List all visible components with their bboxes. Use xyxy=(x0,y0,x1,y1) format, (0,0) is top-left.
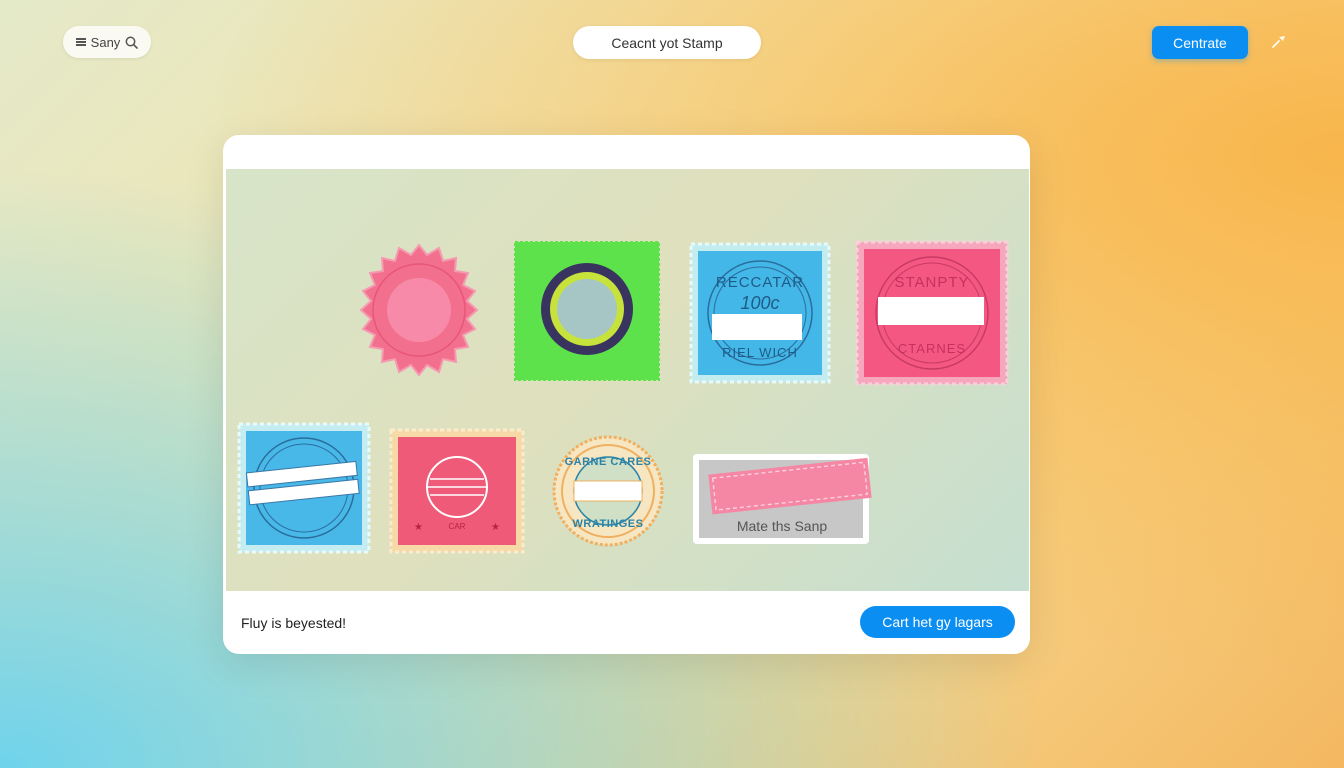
pin-icon[interactable] xyxy=(1268,30,1290,52)
stamp-label-caption: Mate ths Sanp xyxy=(737,518,827,534)
stamp-green-ring[interactable] xyxy=(514,241,660,381)
star-icon: ★ xyxy=(491,522,500,533)
stamp-seal-top-text: GARNE CARES xyxy=(565,456,652,468)
search-pill[interactable]: Sany xyxy=(63,26,151,58)
page-title: Ceacnt yot Stamp xyxy=(573,26,761,59)
stamp-red-small-text: CAR xyxy=(449,522,466,531)
stamp-canvas: RECCATAR 100c RIEL WICH STANPTY CTARNES xyxy=(226,169,1029,591)
stamp-blue-bottom-text: RIEL WICH xyxy=(722,345,798,360)
stamp-canvas-card: RECCATAR 100c RIEL WICH STANPTY CTARNES xyxy=(223,135,1030,654)
search-label: Sany xyxy=(90,34,121,50)
footer-action-button[interactable]: Cart het gy lagars xyxy=(860,606,1015,638)
stamp-blue-banner[interactable] xyxy=(237,422,371,554)
stamp-pink-scalloped[interactable] xyxy=(352,243,486,377)
stamp-blue-top-text: RECCATAR xyxy=(716,274,804,291)
star-icon: ★ xyxy=(414,522,423,533)
stamp-pink-top-text: STANPTY xyxy=(894,274,969,291)
stamp-blue-text[interactable]: RECCATAR 100c RIEL WICH xyxy=(689,242,831,384)
search-icon xyxy=(125,36,139,49)
menu-icon xyxy=(75,38,86,46)
status-text: Fluy is beyested! xyxy=(241,615,347,631)
stamp-blue-mid-text: 100c xyxy=(740,293,779,313)
stamp-red-circle[interactable]: ★ ★ CAR xyxy=(389,428,525,554)
stamp-pink-bottom-text: CTARNES xyxy=(898,341,966,356)
stamp-label-rect[interactable]: Mate ths Sanp xyxy=(692,453,874,547)
centrate-button[interactable]: Centrate xyxy=(1152,26,1248,59)
stamp-pink-text[interactable]: STANPTY CTARNES xyxy=(855,240,1009,386)
stamp-seal-bottom-text: WRATINGES xyxy=(573,518,644,530)
stamp-seal-round[interactable]: GARNE CARES WRATINGES xyxy=(552,435,664,547)
